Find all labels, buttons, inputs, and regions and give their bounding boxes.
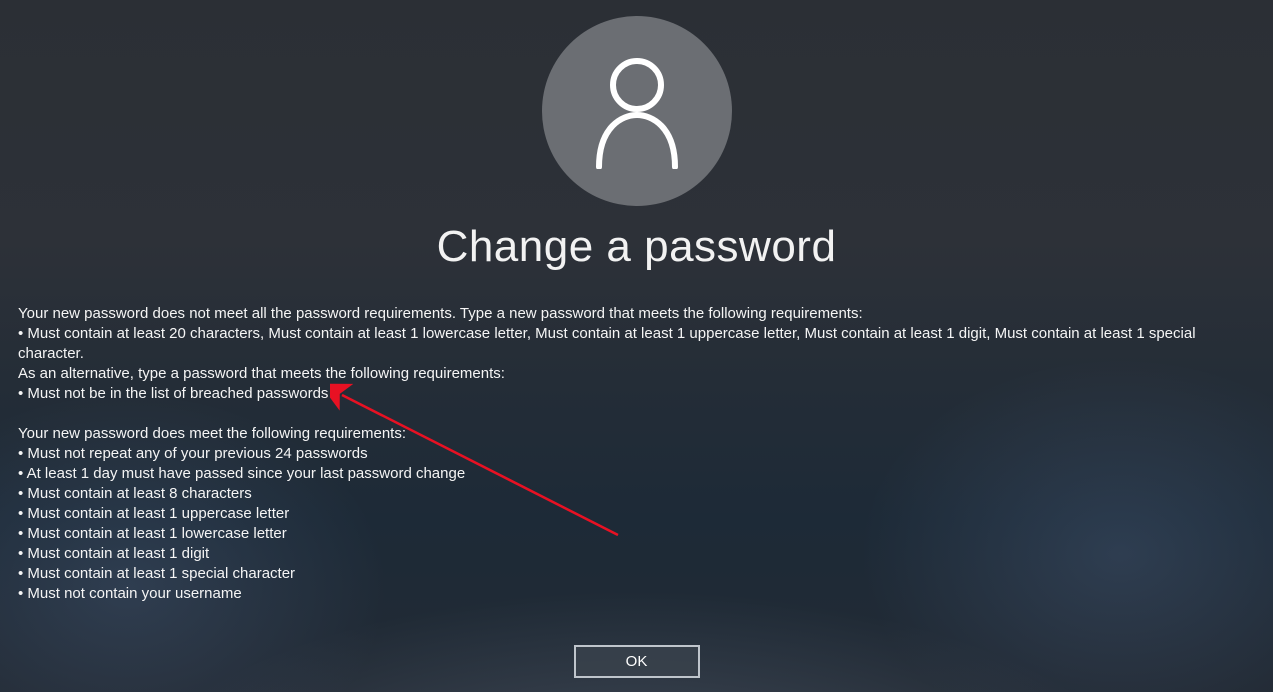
alternative-requirements-list: Must not be in the list of breached pass… — [18, 384, 1255, 404]
requirement-item: Must contain at least 1 digit — [18, 544, 1255, 564]
requirement-item: Must not contain your username — [18, 584, 1255, 604]
requirement-item: Must contain at least 1 uppercase letter — [18, 504, 1255, 524]
requirement-item: At least 1 day must have passed since yo… — [18, 464, 1255, 484]
requirement-item: Must contain at least 1 lowercase letter — [18, 524, 1255, 544]
met-intro: Your new password does meet the followin… — [18, 424, 1255, 444]
alternative-requirements-block: As an alternative, type a password that … — [18, 364, 1255, 404]
requirements-intro: Your new password does not meet all the … — [18, 304, 1255, 324]
requirement-item: Must contain at least 1 special characte… — [18, 564, 1255, 584]
met-requirements-list: Must not repeat any of your previous 24 … — [18, 444, 1255, 604]
ok-button-label: OK — [626, 653, 648, 670]
user-avatar — [542, 16, 732, 206]
requirement-item: Must contain at least 20 characters, Mus… — [18, 324, 1255, 364]
user-icon — [587, 49, 687, 174]
alternative-intro: As an alternative, type a password that … — [18, 364, 1255, 384]
requirement-item: Must contain at least 8 characters — [18, 484, 1255, 504]
primary-requirements-list: Must contain at least 20 characters, Mus… — [18, 324, 1255, 364]
requirement-item: Must not repeat any of your previous 24 … — [18, 444, 1255, 464]
ok-button[interactable]: OK — [574, 645, 700, 678]
requirement-item: Must not be in the list of breached pass… — [18, 384, 1255, 404]
page-title: Change a password — [0, 222, 1273, 272]
requirements-not-met-block: Your new password does not meet all the … — [18, 304, 1255, 364]
requirements-met-block: Your new password does meet the followin… — [18, 424, 1255, 604]
